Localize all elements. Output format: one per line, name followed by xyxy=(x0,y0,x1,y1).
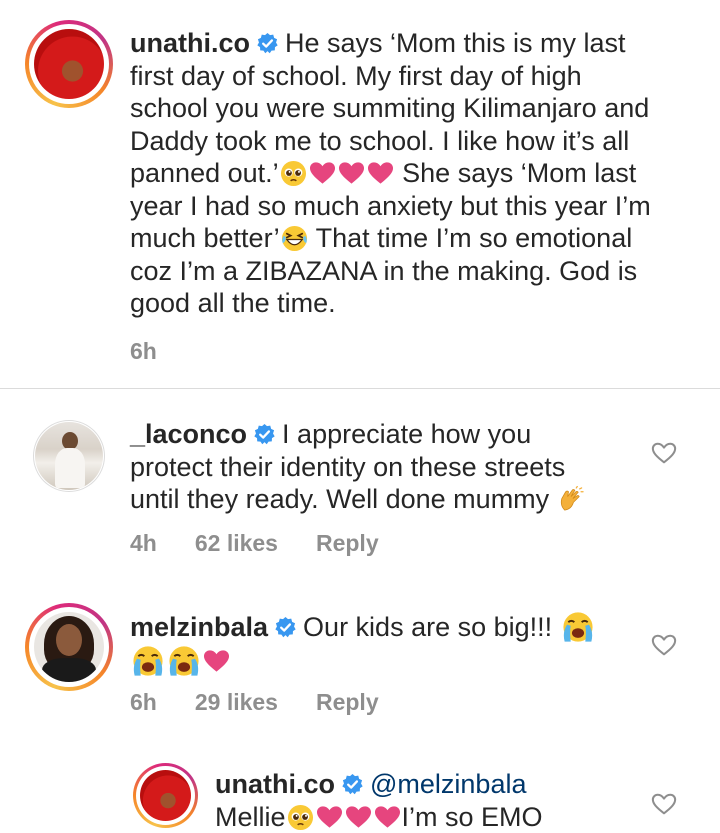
pink-heart-emoji xyxy=(374,805,401,829)
comment-body: Our kids are so big!!! xyxy=(303,612,553,642)
like-count[interactable]: 29 likes xyxy=(195,689,278,715)
username[interactable]: _laconco xyxy=(130,419,247,449)
comment-text: melzinbala Our kids are so big!!! xyxy=(130,610,620,678)
comment-time: 4h xyxy=(130,530,157,556)
comment-meta: 6h 29 likes Reply xyxy=(130,689,417,716)
comment-time: 6h xyxy=(130,689,157,715)
comment-text: _laconco I appreciate how you protect the… xyxy=(130,418,620,516)
comment-body: I’m so EMO xyxy=(401,801,543,832)
comment-text: unathi.co He says ‘Mom this is my last fi… xyxy=(130,27,660,320)
verified-badge-icon xyxy=(253,423,276,446)
avatar[interactable] xyxy=(25,603,113,691)
pink-heart-emoji xyxy=(316,805,343,829)
avatar[interactable] xyxy=(133,763,198,828)
pink-heart-emoji xyxy=(367,161,394,185)
comment-meta: 6h xyxy=(130,338,195,365)
loudly-crying-face-emoji xyxy=(167,644,201,678)
clapping-hands-emoji xyxy=(557,486,584,513)
like-count[interactable]: 62 likes xyxy=(195,530,278,556)
pink-heart-emoji xyxy=(309,161,336,185)
verified-badge-icon xyxy=(341,773,364,796)
username[interactable]: unathi.co xyxy=(215,769,335,799)
comment-meta: 4h 62 likes Reply xyxy=(130,530,417,557)
username[interactable]: melzinbala xyxy=(130,612,268,642)
pleading-face-emoji xyxy=(287,804,314,831)
comment-time: 6h xyxy=(130,338,157,364)
heart-outline-icon[interactable] xyxy=(651,441,677,465)
heart-outline-icon[interactable] xyxy=(651,633,677,657)
divider xyxy=(0,388,720,389)
verified-badge-icon xyxy=(274,616,297,639)
pink-heart-emoji xyxy=(338,161,365,185)
avatar[interactable] xyxy=(25,20,113,108)
grinning-squinting-face-emoji xyxy=(281,225,308,252)
username[interactable]: unathi.co xyxy=(130,28,250,58)
reply-button[interactable]: Reply xyxy=(316,530,379,556)
heart-outline-icon[interactable] xyxy=(651,792,677,816)
pleading-face-emoji xyxy=(280,160,307,187)
mention-link[interactable]: @melzinbala xyxy=(370,769,526,799)
verified-badge-icon xyxy=(256,32,279,55)
loudly-crying-face-emoji xyxy=(131,644,165,678)
comment-body: Mellie xyxy=(215,801,286,832)
avatar[interactable] xyxy=(33,420,105,492)
loudly-crying-face-emoji xyxy=(561,610,595,644)
pink-heart-emoji xyxy=(345,805,372,829)
comment-text: unathi.co @melzinbala Mellie I’m so EMO xyxy=(215,768,645,833)
reply-button[interactable]: Reply xyxy=(316,689,379,715)
pink-heart-emoji xyxy=(203,649,230,673)
